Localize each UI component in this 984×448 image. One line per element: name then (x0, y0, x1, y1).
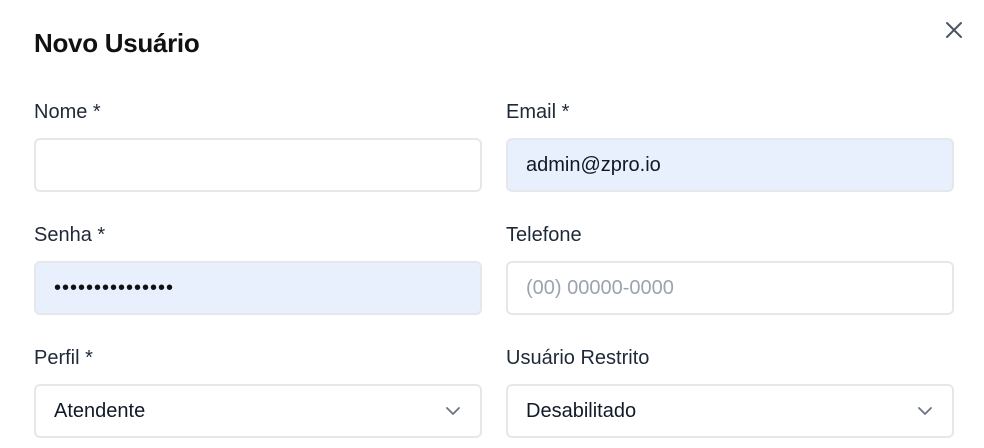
email-field-group: Email * admin@zpro.io (506, 99, 954, 192)
profile-select[interactable]: Atendente (34, 384, 482, 438)
restricted-user-select[interactable]: Desabilitado (506, 384, 954, 438)
chevron-down-icon (446, 407, 460, 415)
close-icon (946, 22, 962, 38)
password-label: Senha * (34, 224, 106, 246)
phone-label: Telefone (506, 224, 582, 246)
phone-field-group: Telefone (506, 222, 954, 315)
password-value: ••••••••••••••• (54, 276, 175, 299)
email-label: Email * (506, 101, 570, 123)
profile-label: Perfil * (34, 347, 93, 369)
restricted-user-selected-value: Desabilitado (526, 399, 637, 422)
dialog-title: Novo Usuário (34, 28, 200, 58)
email-input[interactable]: admin@zpro.io (506, 138, 954, 192)
new-user-dialog: Novo Usuário Nome * Email * admin@zpro.i… (0, 0, 984, 448)
name-field-group: Nome * (34, 99, 482, 192)
chevron-down-icon (918, 407, 932, 415)
restricted-user-field-group: Usuário Restrito Desabilitado (506, 345, 954, 438)
restricted-user-label: Usuário Restrito (506, 347, 650, 369)
profile-field-group: Perfil * Atendente (34, 345, 482, 438)
password-field-group: Senha * ••••••••••••••• (34, 222, 482, 315)
phone-input[interactable] (506, 261, 954, 315)
name-input[interactable] (34, 138, 482, 192)
email-value: admin@zpro.io (526, 153, 661, 176)
profile-selected-value: Atendente (54, 399, 146, 422)
password-input[interactable]: ••••••••••••••• (34, 261, 482, 315)
close-button[interactable] (942, 18, 966, 42)
name-label: Nome * (34, 101, 101, 123)
